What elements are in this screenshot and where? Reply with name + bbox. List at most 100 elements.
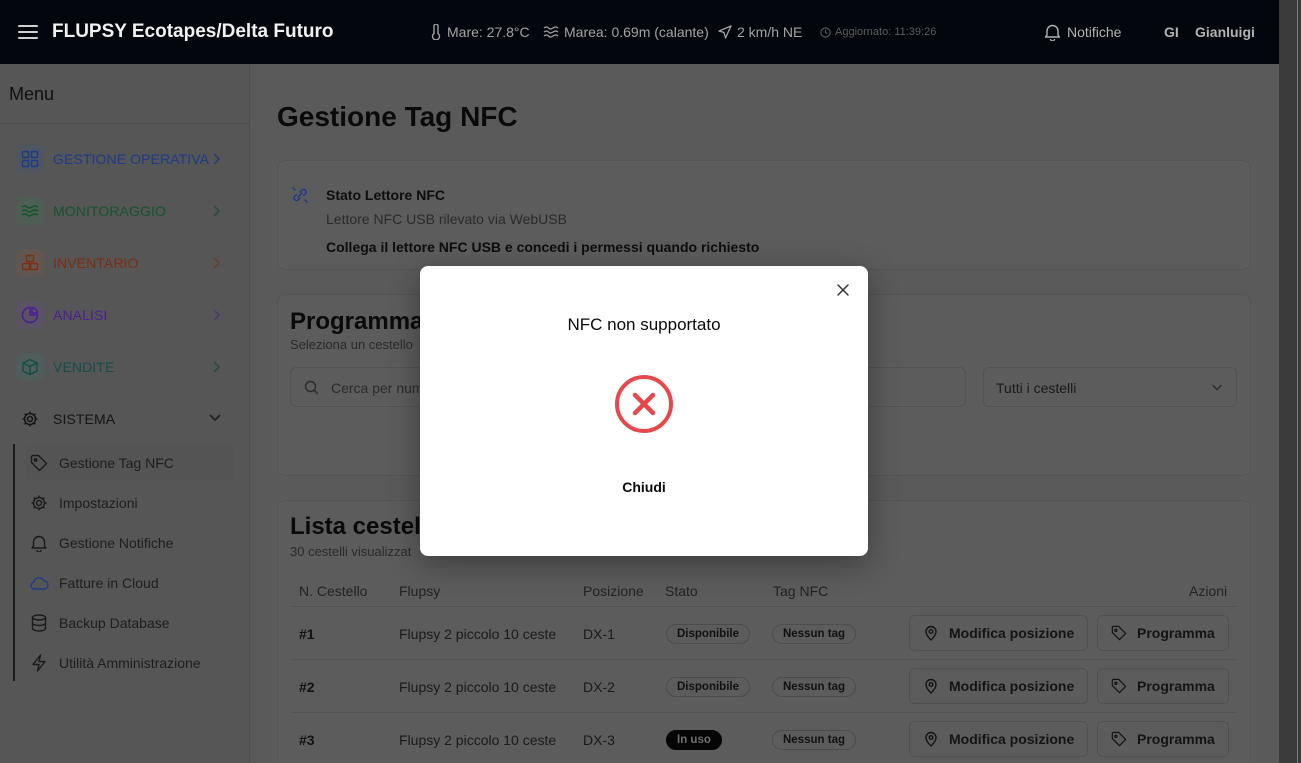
gear-icon (28, 494, 50, 512)
map-pin-icon (925, 678, 937, 694)
sidebar-category-label: INVENTARIO (53, 255, 139, 271)
nfc-tag-badge: Nessun tag (772, 730, 856, 750)
chevron-down-icon (209, 414, 221, 422)
program-tag-label: Programma (1137, 731, 1215, 747)
edit-position-label: Modifica posizione (949, 625, 1075, 641)
sidebar-category-monitoraggio[interactable]: MONITORAGGIO (16, 195, 226, 227)
program-tag-button[interactable]: Programma (1097, 615, 1229, 651)
status-badge: Disponibile (666, 624, 750, 644)
sidebar-item-label: Utilità Amministrazione (59, 655, 201, 671)
sidebar-item-impostazioni[interactable]: Impostazioni (26, 485, 234, 521)
search-icon (304, 380, 319, 395)
chevron-down-icon (1212, 384, 1222, 391)
chevron-right-icon (213, 361, 221, 373)
basket-filter-value: Tutti i cestelli (996, 380, 1077, 396)
column-header: Flupsy (399, 583, 441, 599)
notifications-button[interactable]: Notifiche (1044, 0, 1121, 64)
hamburger-icon (18, 25, 38, 39)
close-icon[interactable] (836, 283, 850, 297)
sidebar-item-backup-database[interactable]: Backup Database (26, 605, 234, 641)
map-pin-icon (925, 731, 937, 747)
menu-toggle-button[interactable] (18, 0, 38, 64)
sidebar-item-label: Backup Database (59, 615, 170, 631)
close-dialog-button[interactable]: Chiudi (580, 476, 708, 498)
zap-icon (28, 654, 50, 672)
edit-position-button[interactable]: Modifica posizione (909, 668, 1088, 704)
link-off-icon (292, 187, 308, 203)
sidebar-item-utilita-amministrazione[interactable]: Utilità Amministrazione (26, 645, 234, 681)
edit-position-button[interactable]: Modifica posizione (909, 615, 1088, 651)
clock-icon (820, 26, 831, 38)
sea-temperature-text: Mare: 27.8°C (447, 24, 530, 40)
sidebar-category-label: VENDITE (53, 359, 115, 375)
waves-icon (543, 26, 559, 38)
basket-number: #2 (299, 679, 315, 695)
top-bar: FLUPSY Ecotapes/Delta Futuro Mare: 27.8°… (0, 0, 1279, 64)
chevron-right-icon (213, 257, 221, 269)
status-badge: In uso (666, 730, 722, 750)
tide-text: Marea: 0.69m (calante) (564, 24, 709, 40)
program-tag-button[interactable]: Programma (1097, 668, 1229, 704)
wind-info: 2 km/h NE (718, 0, 802, 64)
user-avatar[interactable]: GI (1164, 0, 1179, 64)
basket-number: #1 (299, 626, 315, 642)
basket-position: DX-1 (583, 626, 615, 642)
sidebar-category-gestione-operativa[interactable]: GESTIONE OPERATIVA (16, 143, 226, 175)
map-pin-icon (925, 625, 937, 641)
sidebar-item-gestione-notifiche[interactable]: Gestione Notifiche (26, 525, 234, 561)
basket-position: DX-2 (583, 679, 615, 695)
sidebar-category-analisi[interactable]: ANALISI (16, 299, 226, 331)
nfc-status-instruction: Collega il lettore NFC USB e concedi i p… (326, 239, 760, 255)
chevron-right-icon (213, 153, 221, 165)
sidebar-category-label: SISTEMA (53, 411, 116, 427)
chevron-right-icon (213, 309, 221, 321)
database-icon (28, 614, 50, 632)
nfc-tag-badge: Nessun tag (772, 624, 856, 644)
waves-icon (16, 197, 44, 225)
sidebar-item-gestione-tag-nfc[interactable]: Gestione Tag NFC (26, 445, 234, 481)
basket-filter-select[interactable]: Tutti i cestelli (983, 367, 1237, 407)
nfc-tag-badge: Nessun tag (772, 677, 856, 697)
status-badge: Disponibile (666, 677, 750, 697)
navigation-arrow-icon (718, 25, 732, 39)
user-name[interactable]: Gianluigi (1195, 0, 1255, 64)
grid-icon (16, 145, 44, 173)
page-title: Gestione Tag NFC (277, 101, 518, 132)
list-subtitle: 30 cestelli visualizzat (290, 544, 412, 559)
program-tag-label: Programma (1137, 625, 1215, 641)
gear-icon (16, 405, 44, 433)
app-title: FLUPSY Ecotapes/Delta Futuro (52, 21, 334, 42)
sidebar-item-label: Fatture in Cloud (59, 575, 159, 591)
pie-chart-icon (16, 301, 44, 329)
edit-position-label: Modifica posizione (949, 678, 1075, 694)
sidebar-category-vendite[interactable]: VENDITE (16, 351, 226, 383)
sidebar-category-label: MONITORAGGIO (53, 203, 166, 219)
nfc-status-subtitle: Lettore NFC USB rilevato via WebUSB (326, 211, 567, 227)
program-tag-button[interactable]: Programma (1097, 721, 1229, 757)
package-icon (16, 353, 44, 381)
column-header: Tag NFC (773, 583, 829, 599)
edit-position-label: Modifica posizione (949, 731, 1075, 747)
sidebar-category-label: GESTIONE OPERATIVA (53, 151, 210, 167)
cloud-icon (28, 576, 50, 590)
x-circle-icon (615, 375, 673, 433)
flupsy-name: Flupsy 2 piccolo 10 ceste (399, 732, 557, 748)
sidebar-item-label: Impostazioni (59, 495, 138, 511)
flupsy-name: Flupsy 2 piccolo 10 ceste (399, 679, 557, 695)
edit-position-button[interactable]: Modifica posizione (909, 721, 1088, 757)
window-edge (1279, 0, 1301, 763)
notifications-label: Notifiche (1067, 24, 1122, 40)
sidebar-category-inventario[interactable]: INVENTARIO (16, 247, 226, 279)
column-header: Posizione (583, 583, 644, 599)
sea-temperature: Mare: 27.8°C (430, 0, 530, 64)
tag-icon (28, 454, 50, 472)
bell-icon (1044, 24, 1061, 41)
boxes-icon (16, 249, 44, 277)
sidebar-category-sistema[interactable]: SISTEMA (16, 403, 226, 435)
last-updated: Aggiornato: 11:39:26 (820, 0, 936, 64)
column-header: Azioni (1189, 583, 1228, 599)
bell-icon (28, 534, 50, 552)
chevron-right-icon (213, 205, 221, 217)
sidebar-item-fatture-in-cloud[interactable]: Fatture in Cloud (26, 565, 234, 601)
dialog-title: NFC non supportato (567, 315, 721, 334)
